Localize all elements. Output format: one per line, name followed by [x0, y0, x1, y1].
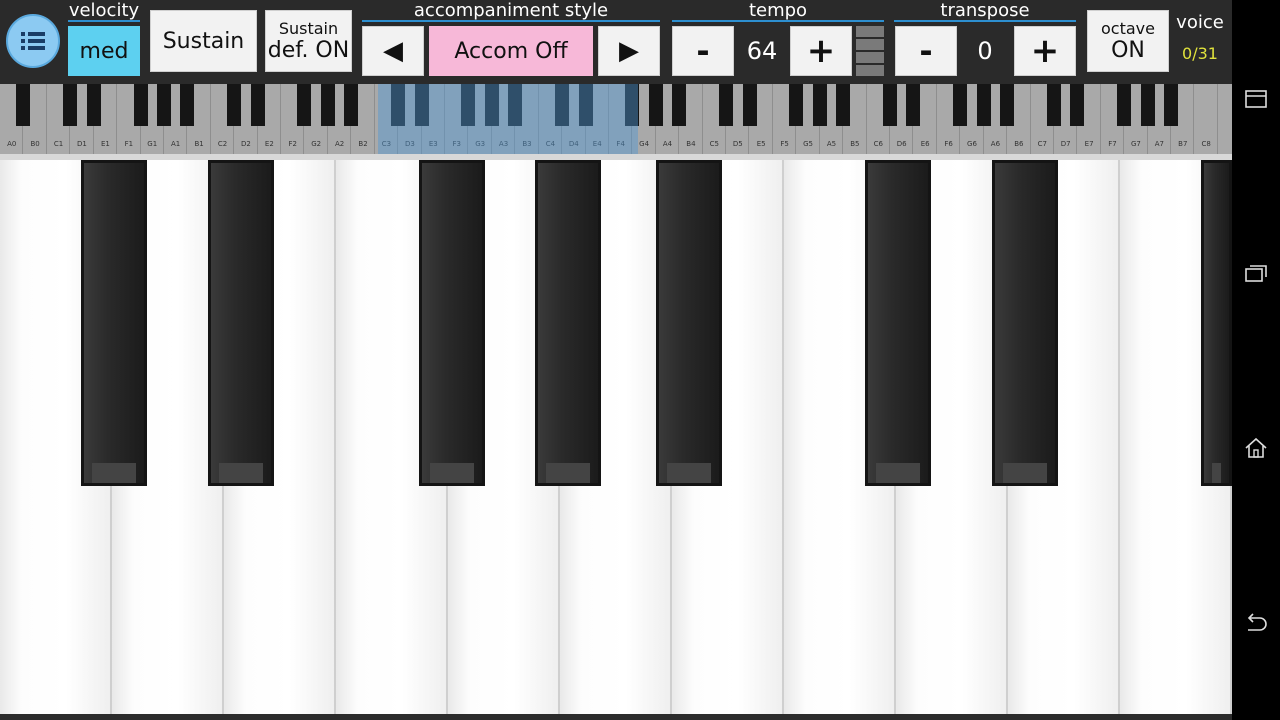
- transpose-value: 0: [977, 37, 993, 65]
- mini-key-label: G1: [147, 140, 158, 148]
- accom-style-button[interactable]: Accom Off: [429, 26, 593, 76]
- mini-key-label: A0: [7, 140, 17, 148]
- home-icon[interactable]: [1244, 436, 1268, 460]
- recent-apps-icon[interactable]: [1244, 262, 1268, 286]
- accompaniment-header: accompaniment style: [413, 0, 609, 21]
- accompaniment-underline: [362, 20, 660, 22]
- mini-key-label: B2: [358, 140, 368, 148]
- mini-key-label: E2: [264, 140, 274, 148]
- mini-key-label: B5: [850, 140, 860, 148]
- mini-key-label: G7: [1131, 140, 1141, 148]
- mini-key-label: G6: [967, 140, 977, 148]
- mini-key-label: B7: [1178, 140, 1188, 148]
- transpose-header: transpose: [940, 0, 1030, 21]
- octave-title: octave: [1101, 19, 1155, 38]
- mini-key-label: B1: [194, 140, 204, 148]
- black-key[interactable]: [80, 160, 147, 486]
- tempo-header: tempo: [748, 0, 808, 21]
- tempo-meter: [856, 26, 884, 76]
- meter-bar: [856, 52, 884, 63]
- menu-button[interactable]: [6, 14, 60, 68]
- mini-key-label: C5: [709, 140, 720, 148]
- mini-key-label: E1: [100, 140, 110, 148]
- mini-key-label: C1: [53, 140, 64, 148]
- accom-prev-button[interactable]: ◀: [362, 26, 424, 76]
- list-icon: [21, 32, 45, 50]
- black-key[interactable]: [864, 160, 931, 486]
- transpose-minus-button[interactable]: -: [895, 26, 957, 76]
- mini-key-label: F1: [124, 140, 134, 148]
- mini-key-label: C7: [1037, 140, 1047, 148]
- keyboard-range-selector[interactable]: [378, 84, 638, 154]
- mini-key-label: B6: [1014, 140, 1024, 148]
- mini-key-label: A1: [171, 140, 181, 148]
- mini-key-label: F7: [1108, 140, 1117, 148]
- transpose-plus-button[interactable]: +: [1014, 26, 1076, 76]
- velocity-underline: [68, 20, 140, 22]
- mini-key-label: E6: [920, 140, 930, 148]
- transpose-underline: [894, 20, 1076, 22]
- mini-key-label: B4: [686, 140, 696, 148]
- accom-next-button[interactable]: ▶: [598, 26, 660, 76]
- mini-key-label: G2: [311, 140, 322, 148]
- voice-header: voice: [1176, 12, 1224, 33]
- mini-key-label: D7: [1060, 140, 1071, 148]
- back-icon[interactable]: [1244, 612, 1268, 636]
- mini-key-label: A2: [334, 140, 345, 148]
- sustain-button[interactable]: Sustain: [150, 10, 257, 72]
- mini-key-label: A5: [826, 140, 837, 148]
- voice-count[interactable]: 0/31: [1176, 44, 1224, 63]
- mini-key-label: A6: [990, 140, 1001, 148]
- mini-key-label: F5: [780, 140, 789, 148]
- meter-bar: [856, 65, 884, 76]
- octave-button[interactable]: octave ON: [1087, 10, 1169, 72]
- sustain-default-button[interactable]: Sustain def. ON: [265, 10, 352, 72]
- black-key[interactable]: [1200, 160, 1232, 486]
- mini-key-label: F6: [944, 140, 953, 148]
- mini-key-label: G5: [803, 140, 813, 148]
- meter-bar: [856, 39, 884, 50]
- mini-key-label: E7: [1084, 140, 1094, 148]
- mini-key-label: F2: [288, 140, 297, 148]
- black-key[interactable]: [418, 160, 485, 486]
- menu-icon[interactable]: [1244, 88, 1268, 112]
- main-keyboard: [0, 154, 1232, 714]
- mini-key-label: D1: [77, 140, 87, 148]
- mini-key-label: A4: [662, 140, 673, 148]
- mini-key-label: A7: [1154, 140, 1164, 148]
- tempo-value: 64: [746, 37, 778, 65]
- mini-key-label: E5: [756, 140, 766, 148]
- black-key[interactable]: [208, 160, 275, 486]
- velocity-button[interactable]: med: [68, 26, 140, 76]
- octave-value: ON: [1111, 38, 1145, 63]
- meter-bar: [856, 26, 884, 37]
- mini-key-label: D2: [240, 140, 251, 148]
- black-key[interactable]: [992, 160, 1059, 486]
- mini-key-label: C6: [873, 140, 883, 148]
- tempo-underline: [672, 20, 884, 22]
- system-nav-bar: [1232, 0, 1280, 720]
- tempo-minus-button[interactable]: -: [672, 26, 734, 76]
- black-key[interactable]: [535, 160, 602, 486]
- mini-key-label: D6: [896, 140, 907, 148]
- sustain-default-title: Sustain: [278, 19, 339, 38]
- black-key[interactable]: [656, 160, 723, 486]
- tempo-plus-button[interactable]: +: [790, 26, 852, 76]
- mini-key-label: C8: [1201, 140, 1211, 148]
- mini-key-label: C2: [217, 140, 228, 148]
- bottom-bar: [0, 714, 1232, 720]
- velocity-header: velocity: [68, 0, 140, 21]
- mini-key-label: B0: [30, 140, 40, 148]
- toolbar: velocity med Sustain Sustain def. ON acc…: [0, 0, 1232, 84]
- sustain-default-value: def. ON: [267, 38, 350, 63]
- mini-key-label: D5: [732, 140, 743, 148]
